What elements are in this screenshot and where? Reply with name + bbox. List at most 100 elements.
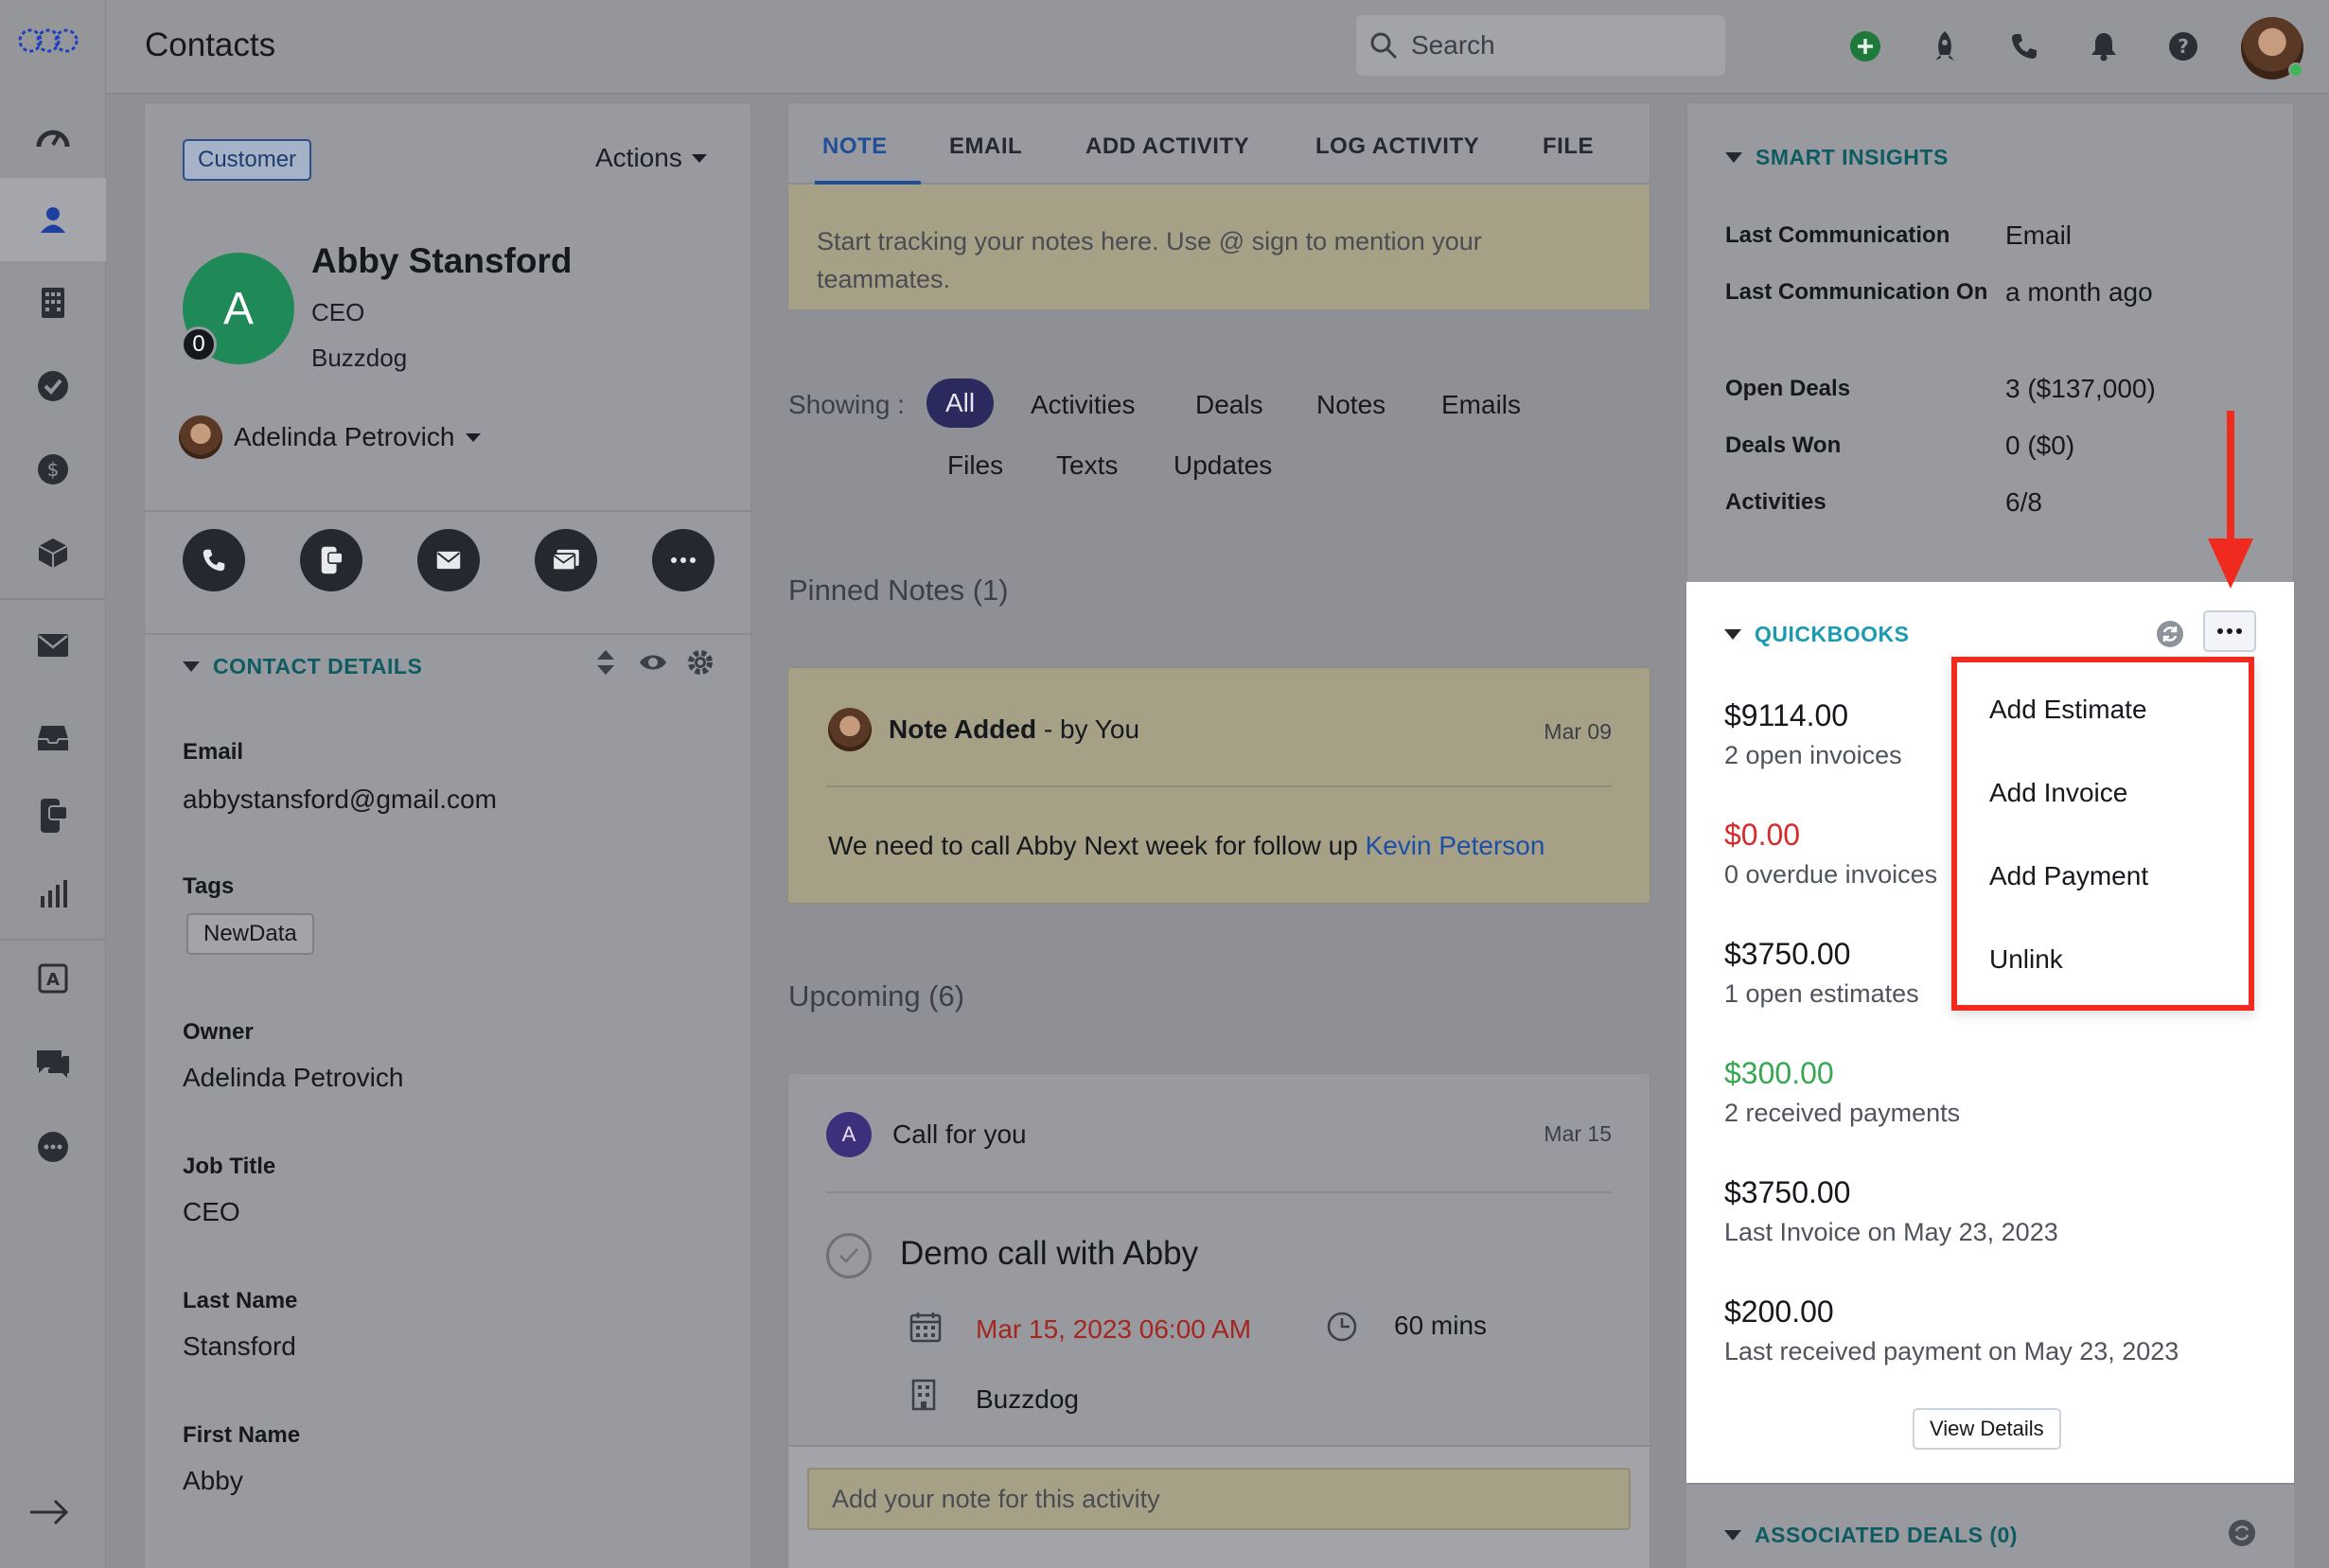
accounts-icon[interactable] (0, 261, 106, 344)
menu-item-add-payment[interactable]: Add Payment (1989, 861, 2148, 891)
profile-avatar[interactable] (2241, 17, 2303, 79)
chevron-down-icon (466, 432, 482, 442)
tab-email[interactable]: EMAIL (949, 133, 1022, 160)
more-actions-button[interactable] (652, 529, 715, 591)
filter-files[interactable]: Files (947, 450, 1003, 481)
tasks-icon[interactable] (0, 344, 106, 428)
call-button[interactable] (183, 529, 245, 591)
email-value[interactable]: abbystansford@gmail.com (183, 784, 497, 815)
phone-icon[interactable] (2006, 28, 2042, 64)
collapse-icon (183, 661, 200, 672)
refresh-icon[interactable] (2228, 1519, 2256, 1547)
activity-title[interactable]: Demo call with Abby (900, 1235, 1198, 1273)
menu-item-add-invoice[interactable]: Add Invoice (1989, 778, 2127, 808)
email-button[interactable] (417, 529, 480, 591)
expand-arrow-icon[interactable] (28, 1497, 70, 1527)
contact-company[interactable]: Buzzdog (311, 344, 407, 373)
refresh-icon[interactable] (2156, 620, 2186, 650)
tag-chip[interactable]: NewData (186, 913, 314, 955)
activity-note-input[interactable] (807, 1468, 1631, 1530)
rocket-icon[interactable] (1927, 28, 1963, 64)
sort-fields-icon[interactable] (595, 648, 616, 677)
filter-all[interactable]: All (926, 379, 995, 428)
view-details-button[interactable]: View Details (1913, 1408, 2061, 1450)
more-icon[interactable] (0, 1105, 106, 1189)
pinned-note-card[interactable]: Note Added - by You Mar 09 We need to ca… (787, 667, 1650, 904)
page-title: Contacts (145, 26, 276, 63)
reports-icon[interactable] (0, 852, 106, 935)
filter-texts[interactable]: Texts (1056, 450, 1118, 481)
associated-deals-toggle[interactable]: ASSOCIATED DEALS (0) (1724, 1523, 2018, 1548)
activity-company[interactable]: Buzzdog (976, 1384, 1079, 1415)
collapse-icon (1725, 152, 1742, 163)
quickbooks-toggle[interactable]: QUICKBOOKS (1724, 622, 1909, 647)
menu-item-unlink[interactable]: Unlink (1989, 944, 2063, 975)
search-input[interactable] (1411, 30, 1695, 61)
qb-amount: $3750.00 (1724, 937, 1851, 971)
automation-icon[interactable]: A (0, 937, 106, 1020)
quickbooks-more-button[interactable] (2203, 610, 2256, 652)
note-text: We need to call Abby Next week for follo… (828, 831, 1366, 860)
svg-text:A: A (46, 970, 60, 990)
actions-dropdown[interactable]: Actions (595, 143, 707, 173)
filter-emails[interactable]: Emails (1441, 390, 1521, 420)
insight-label: Open Deals (1725, 376, 1851, 401)
owner-avatar (179, 415, 222, 459)
owner-value[interactable]: Adelinda Petrovich (183, 1063, 403, 1093)
filter-activities[interactable]: Activities (1031, 390, 1135, 420)
bulk-email-button[interactable] (535, 529, 597, 591)
note-author: - by You (1043, 714, 1140, 744)
job-title-value[interactable]: CEO (183, 1197, 240, 1227)
owner-label: Owner (183, 1019, 254, 1045)
gear-icon[interactable] (686, 648, 715, 677)
collapse-icon (1724, 1530, 1741, 1541)
sidebar: $ A (0, 0, 106, 1568)
contacts-icon[interactable] (0, 178, 106, 261)
first-name-value[interactable]: Abby (183, 1466, 243, 1496)
job-title-label: Job Title (183, 1154, 276, 1179)
menu-item-add-estimate[interactable]: Add Estimate (1989, 695, 2147, 725)
contact-details-toggle[interactable]: CONTACT DETAILS (183, 654, 422, 679)
deals-icon[interactable]: $ (0, 428, 106, 511)
insight-value: a month ago (2005, 277, 2153, 307)
qb-label: Last Invoice on May 23, 2023 (1724, 1218, 2058, 1246)
sms-icon[interactable] (0, 774, 106, 857)
owner-name: Adelinda Petrovich (234, 422, 455, 451)
eye-icon[interactable] (639, 652, 667, 673)
associated-deals-heading: ASSOCIATED DEALS (0) (1755, 1523, 2018, 1547)
smart-insights-toggle[interactable]: SMART INSIGHTS (1725, 145, 1949, 170)
chat-icon[interactable] (0, 1022, 106, 1105)
mention-link[interactable]: Kevin Peterson (1366, 831, 1545, 860)
last-name-value[interactable]: Stansford (183, 1331, 296, 1362)
tab-file[interactable]: FILE (1543, 133, 1594, 160)
email-icon[interactable] (0, 604, 106, 687)
logo-icon[interactable] (17, 26, 79, 55)
complete-checkbox[interactable] (826, 1233, 872, 1278)
owner-selector[interactable]: Adelinda Petrovich (179, 415, 482, 459)
inbox-icon[interactable] (0, 696, 106, 780)
sms-button[interactable] (300, 529, 362, 591)
bell-icon[interactable] (2086, 28, 2122, 64)
products-icon[interactable] (0, 511, 106, 594)
note-input[interactable] (817, 222, 1602, 298)
composer-tabs: NOTE EMAIL ADD ACTIVITY LOG ACTIVITY FIL… (788, 103, 1650, 185)
tab-add-activity[interactable]: ADD ACTIVITY (1085, 133, 1249, 160)
activity-datetime: Mar 15, 2023 06:00 AM (976, 1314, 1252, 1344)
activity-avatar: A (826, 1112, 872, 1157)
search-box[interactable] (1356, 15, 1725, 76)
pinned-notes-title: Pinned Notes (1) (788, 573, 1009, 607)
dashboard-icon[interactable] (0, 95, 106, 178)
tab-note[interactable]: NOTE (822, 133, 888, 160)
filter-deals[interactable]: Deals (1195, 390, 1263, 420)
qb-label: 2 received payments (1724, 1099, 1961, 1127)
top-header: Contacts ? (106, 0, 2329, 95)
filter-notes[interactable]: Notes (1316, 390, 1385, 420)
insight-label: Last Communication On (1725, 279, 1988, 305)
qb-label: Last received payment on May 23, 2023 (1724, 1337, 2179, 1365)
help-icon[interactable]: ? (2165, 28, 2201, 64)
tab-log-activity[interactable]: LOG ACTIVITY (1315, 133, 1479, 160)
contact-avatar: A 0 (181, 253, 294, 364)
filter-updates[interactable]: Updates (1173, 450, 1272, 481)
insight-value: 3 ($137,000) (2005, 374, 2156, 403)
add-icon[interactable] (1847, 28, 1883, 64)
